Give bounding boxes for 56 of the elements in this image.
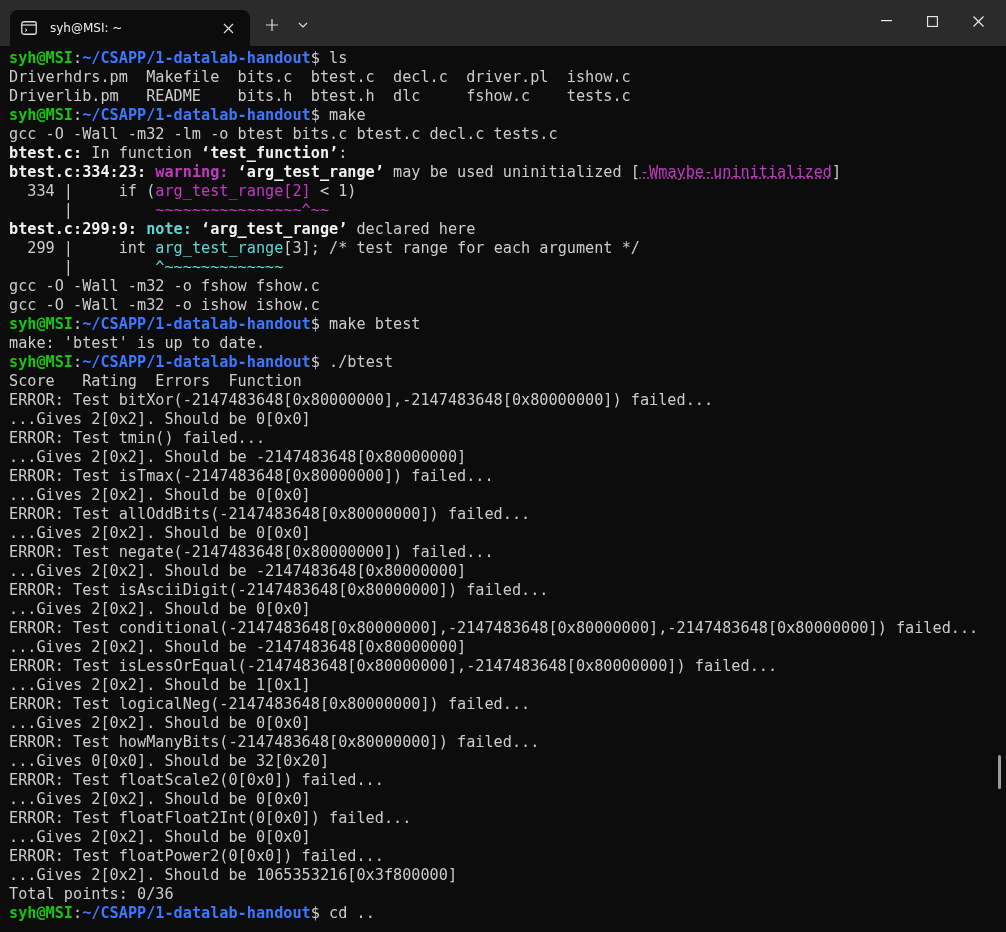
terminal-line: syh@MSI:~/CSAPP/1-datalab-handout$ make btest bbox=[9, 315, 421, 334]
terminal-line: ERROR: Test tmin() failed... bbox=[9, 429, 266, 448]
terminal-line: btest.c:334:23: warning: ‘arg_test_range’ may be used uninitialized [-Wmaybe-uninitialized] bbox=[9, 163, 842, 182]
terminal-line: Driverhdrs.pm Makefile bits.c btest.c decl.c driver.pl ishow.c bbox=[9, 68, 631, 87]
terminal-line: make: 'btest' is up to date. bbox=[9, 334, 266, 353]
terminal-line: ERROR: Test isLessOrEqual(-2147483648[0x80000000],-2147483648[0x80000000]) failed... bbox=[9, 657, 778, 676]
terminal-line: | ~~~~~~~~~~~~~~~~^~~ bbox=[62, 201, 330, 220]
terminal-line: syh@MSI:~/CSAPP/1-datalab-handout$ ls bbox=[9, 49, 348, 68]
terminal-line: syh@MSI:~/CSAPP/1-datalab-handout$ cd .. bbox=[9, 904, 375, 923]
terminal-line: btest.c: In function ‘test_function’: bbox=[9, 144, 348, 163]
terminal-line: Total points: 0/36 bbox=[9, 885, 174, 904]
terminal-line: ERROR: Test allOddBits(-2147483648[0x80000000]) failed... bbox=[9, 505, 531, 524]
terminal-line: ...Gives 2[0x2]. Should be 0[0x0] bbox=[9, 790, 311, 809]
terminal-icon bbox=[21, 21, 37, 35]
terminal-line: ERROR: Test bitXor(-2147483648[0x80000000],-2147483648[0x80000000]) failed... bbox=[9, 391, 714, 410]
terminal-line: ...Gives 2[0x2]. Should be 0[0x0] bbox=[9, 714, 311, 733]
terminal-line: ...Gives 2[0x2]. Should be 0[0x0] bbox=[9, 828, 311, 847]
dropdown-chevron-icon[interactable] bbox=[298, 22, 308, 28]
terminal-line: ...Gives 2[0x2]. Should be 0[0x0] bbox=[9, 410, 311, 429]
terminal-line: ...Gives 2[0x2]. Should be 0[0x0] bbox=[9, 486, 311, 505]
terminal-line: ERROR: Test isAsciiDigit(-2147483648[0x80000000]) failed... bbox=[9, 581, 549, 600]
terminal-line: Score Rating Errors Function bbox=[9, 372, 302, 391]
terminal-line: | ^~~~~~~~~~~~~~ bbox=[62, 258, 284, 277]
terminal-line: ...Gives 2[0x2]. Should be 0[0x0] bbox=[9, 600, 311, 619]
minimize-icon[interactable] bbox=[881, 20, 892, 22]
terminal-line: ...Gives 2[0x2]. Should be -2147483648[0x80000000] bbox=[9, 638, 467, 657]
terminal-line: syh@MSI:~/CSAPP/1-datalab-handout$ ./btest bbox=[9, 353, 394, 372]
terminal-line: ERROR: Test howManyBits(-2147483648[0x80000000]) failed... bbox=[9, 733, 540, 752]
terminal-line: ERROR: Test floatScale2(0[0x0]) failed... bbox=[9, 771, 384, 790]
tab-title: syh@MSI: ~ bbox=[50, 21, 124, 35]
close-tab-icon[interactable] bbox=[223, 22, 234, 34]
close-icon[interactable] bbox=[973, 15, 984, 27]
new-tab-icon[interactable] bbox=[266, 19, 278, 31]
terminal-line: ...Gives 2[0x2]. Should be -2147483648[0x80000000] bbox=[9, 562, 467, 581]
terminal-line: ERROR: Test floatFloat2Int(0[0x0]) failed... bbox=[9, 809, 412, 828]
terminal-line: ERROR: Test conditional(-2147483648[0x80000000],-2147483648[0x80000000],-2147483648[0x80000000]) failed... bbox=[9, 619, 979, 638]
terminal-line: ...Gives 0[0x0]. Should be 32[0x20] bbox=[9, 752, 330, 771]
terminal-line: ...Gives 2[0x2]. Should be 1[0x1] bbox=[9, 676, 311, 695]
terminal-line: gcc -O -Wall -m32 -o fshow fshow.c bbox=[9, 277, 320, 296]
scrollbar-thumb[interactable] bbox=[998, 755, 1001, 789]
terminal-line: 299 | int arg_test_range[3]; /* test range for each argument */ bbox=[26, 239, 640, 258]
terminal-line: ERROR: Test logicalNeg(-2147483648[0x80000000]) failed... bbox=[9, 695, 531, 714]
terminal-line: gcc -O -Wall -m32 -o ishow ishow.c bbox=[9, 296, 320, 315]
terminal-line: ...Gives 2[0x2]. Should be -2147483648[0x80000000] bbox=[9, 448, 467, 467]
maximize-icon[interactable] bbox=[927, 15, 938, 27]
terminal-line: ERROR: Test floatPower2(0[0x0]) failed... bbox=[9, 847, 384, 866]
terminal-line: ...Gives 2[0x2]. Should be 1065353216[0x3f800000] bbox=[9, 866, 458, 885]
terminal-line: btest.c:299:9: note: ‘arg_test_range’ declared here bbox=[9, 220, 476, 239]
terminal-line: gcc -O -Wall -m32 -lm -o btest bits.c btest.c decl.c tests.c bbox=[9, 125, 558, 144]
terminal-line: 334 | if (arg_test_range[2] < 1) bbox=[26, 182, 357, 201]
terminal-line: ERROR: Test negate(-2147483648[0x80000000]) failed... bbox=[9, 543, 494, 562]
terminal-line: syh@MSI:~/CSAPP/1-datalab-handout$ make bbox=[9, 106, 366, 125]
terminal-line: Driverlib.pm README bits.h btest.h dlc fshow.c tests.c bbox=[9, 87, 631, 106]
terminal-line: ERROR: Test isTmax(-2147483648[0x80000000]) failed... bbox=[9, 467, 494, 486]
terminal-tab[interactable]: syh@MSI: ~ bbox=[10, 10, 250, 46]
terminal-line: ...Gives 2[0x2]. Should be 0[0x0] bbox=[9, 524, 311, 543]
